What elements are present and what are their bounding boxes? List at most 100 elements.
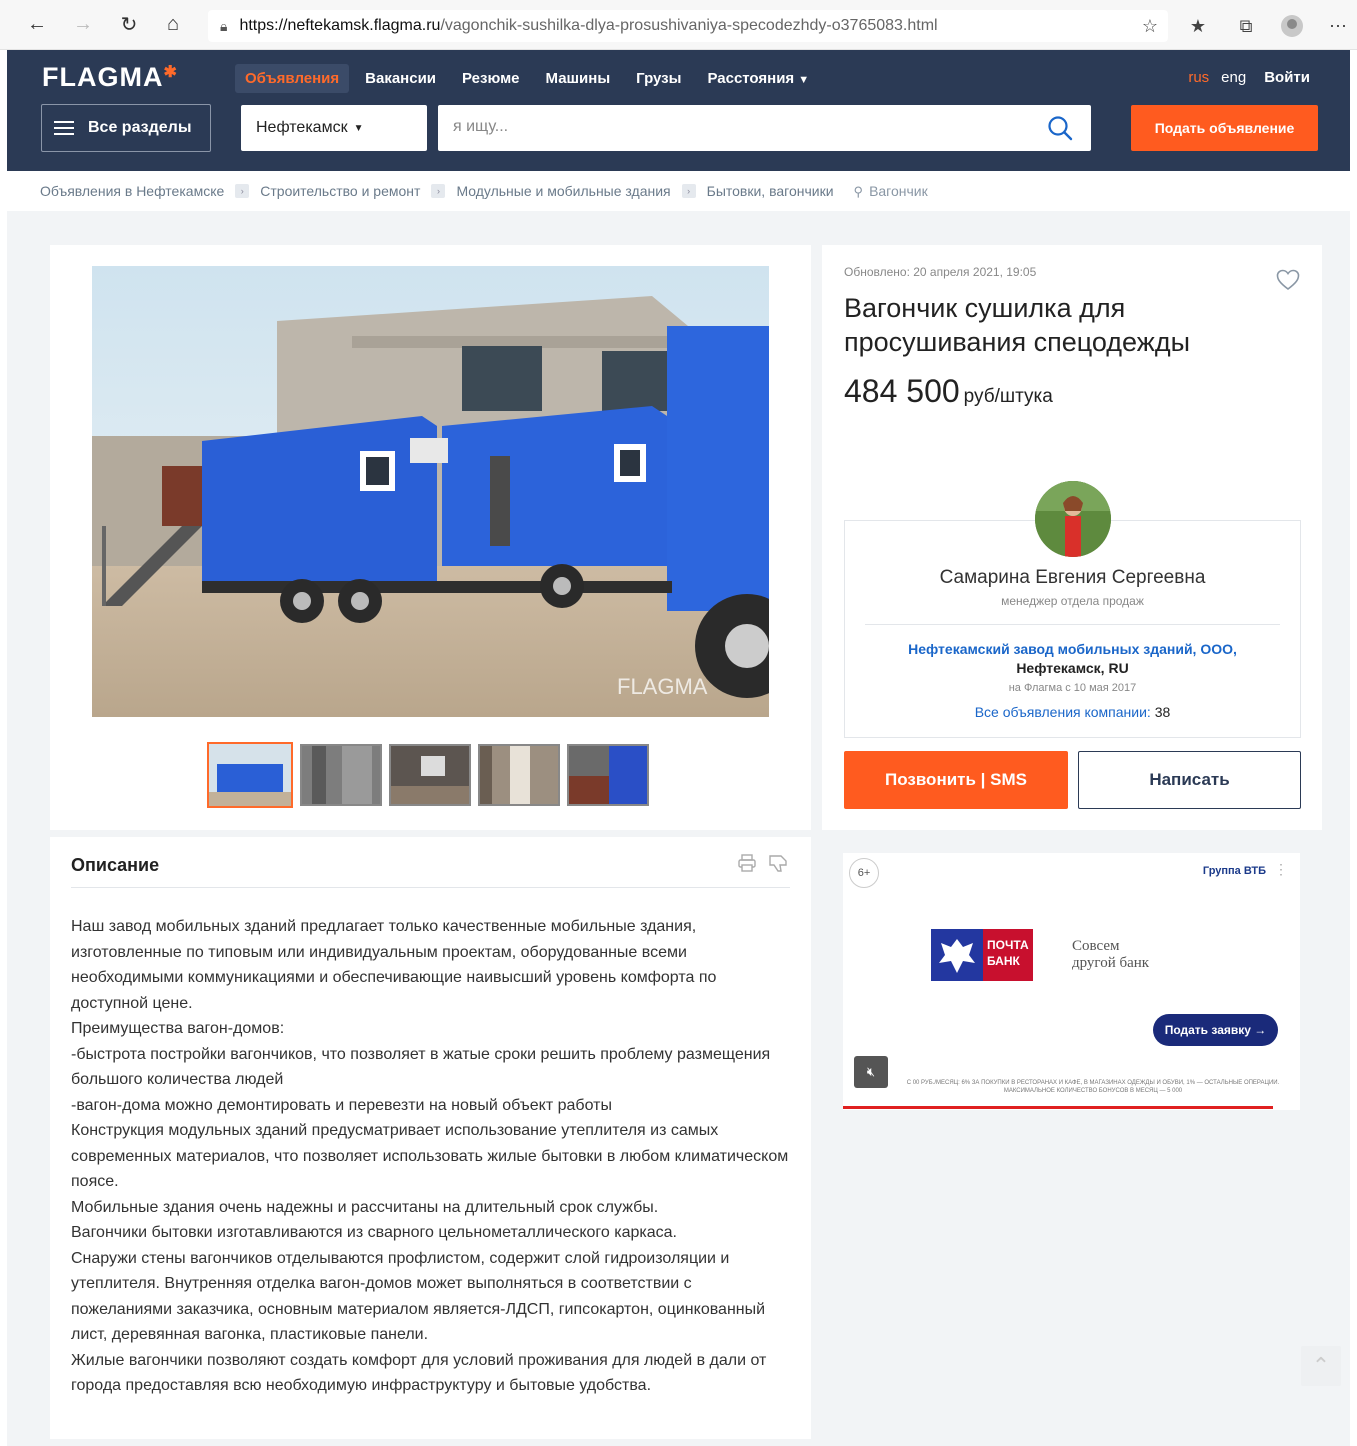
thumbs-down-icon[interactable] [767, 853, 789, 873]
updated-date: Обновлено: 20 апреля 2021, 19:05 [844, 265, 1037, 279]
company-location: Нефтекамск, RU [1016, 660, 1129, 676]
nav-machines[interactable]: Машины [536, 64, 621, 93]
city-value: Нефтекамск [256, 119, 348, 136]
address-bar[interactable]: 🔒︎ https://neftekamsk.flagma.ru/vagonchi… [208, 10, 1168, 42]
company-link[interactable]: Нефтекамский завод мобильных зданий, ООО… [845, 641, 1300, 657]
divider [865, 624, 1280, 625]
city-select[interactable]: Нефтекамск ▼ [241, 105, 427, 151]
thumbnail[interactable] [300, 744, 382, 806]
print-icon[interactable] [737, 853, 757, 873]
nav-vacancies[interactable]: Вакансии [355, 64, 446, 93]
ad-slogan: Совсем другой банк [1072, 938, 1150, 971]
lang-rus[interactable]: rus [1188, 69, 1209, 86]
description-paragraph: Жилые вагончики позволяют создать комфор… [71, 1351, 767, 1395]
flagma-logo[interactable]: FLAGMA✱ [42, 62, 178, 93]
all-company-ads-link[interactable]: Все объявления компании: 38 [845, 704, 1300, 720]
write-button[interactable]: Написать [1078, 751, 1301, 809]
search-icon[interactable] [1047, 115, 1073, 141]
breadcrumb-item[interactable]: Бытовки, вагончики [707, 183, 834, 199]
top-nav: Объявления Вакансии Резюме Машины Грузы … [235, 64, 819, 93]
search-input[interactable] [438, 105, 998, 149]
lang-eng[interactable]: eng [1221, 69, 1246, 86]
post-ad-button[interactable]: Подать объявление [1131, 105, 1318, 151]
search-box [438, 105, 1091, 151]
avatar[interactable] [1035, 481, 1111, 557]
description-title: Описание [71, 855, 160, 875]
all-sections-label: Все разделы [88, 119, 192, 136]
description-paragraph: Наш завод мобильных зданий предлагает то… [71, 918, 717, 1012]
nav-cargo[interactable]: Грузы [626, 64, 691, 93]
thumbnail-strip [207, 742, 649, 808]
call-sms-button[interactable]: Позвонить | SMS [844, 751, 1068, 809]
description-tools [737, 853, 789, 873]
description-text: Наш завод мобильных зданий предлагает то… [71, 914, 791, 1399]
ad-fine-print: С 00 РУБ./МЕСЯЦ: 6% ЗА ПОКУПКИ В РЕСТОРА… [906, 1080, 1280, 1094]
home-icon[interactable]: ⌂ [158, 10, 188, 40]
url-path: /vagonchik-sushilka-dlya-prosushivaniya-… [440, 17, 938, 34]
eagle-emblem-icon [931, 929, 983, 981]
member-since: на Флагма с 10 мая 2017 [1008, 682, 1137, 694]
breadcrumb-search[interactable]: ⚲ Вагончик [854, 183, 928, 200]
listing-info-card: Обновлено: 20 апреля 2021, 19:05 Вагончи… [822, 245, 1322, 830]
thumbnail[interactable] [478, 744, 560, 806]
age-rating-badge: 6+ [849, 858, 879, 888]
nav-distances[interactable]: Расстояния ▼ [697, 64, 819, 93]
back-arrow-icon[interactable]: ← [22, 10, 52, 40]
caret-down-icon: ▼ [353, 122, 364, 134]
menu-icon [54, 117, 74, 139]
price-value: 484 500 [844, 373, 960, 409]
description-card: Описание Наш завод мобильных зданий пред… [50, 837, 811, 1439]
chevron-right-icon: › [681, 184, 696, 198]
reload-icon[interactable]: ↻ [114, 10, 144, 40]
nav-resumes[interactable]: Резюме [452, 64, 529, 93]
description-paragraph: Мобильные здания очень надежны и рассчит… [71, 1198, 659, 1216]
description-paragraph: -вагон-дома можно демонтировать и переве… [71, 1096, 612, 1114]
nav-ads[interactable]: Объявления [235, 64, 350, 93]
caret-down-icon: ▼ [798, 74, 810, 86]
breadcrumb-item[interactable]: Строительство и ремонт [260, 183, 420, 199]
forward-arrow-icon[interactable]: → [68, 10, 98, 40]
breadcrumb-item[interactable]: Объявления в Нефтекамске [40, 183, 224, 199]
more-icon[interactable]: ⋯ [1325, 16, 1351, 37]
chevron-right-icon: › [235, 184, 250, 198]
breadcrumb-item[interactable]: Модульные и мобильные здания [456, 183, 670, 199]
chevron-up-icon: ⌃ [1311, 1353, 1331, 1378]
all-sections-button[interactable]: Все разделы [41, 104, 211, 152]
seller-name: Самарина Евгения Сергеевна [939, 567, 1206, 588]
price-unit: руб/штука [963, 386, 1053, 407]
listing-title: Вагончик сушилка для просушивания спецод… [844, 293, 1190, 357]
language-switcher: rus eng Войти [1188, 69, 1310, 86]
scroll-to-top-button[interactable]: ⌃ [1301, 1346, 1341, 1386]
favorite-add-icon[interactable]: ☆ [1137, 16, 1163, 37]
thumbnail[interactable] [389, 744, 471, 806]
collections-icon[interactable]: ⧉ [1233, 16, 1259, 37]
price: 484 500 руб/штука [844, 373, 1053, 410]
heart-icon[interactable] [1276, 269, 1300, 291]
divider [71, 887, 790, 888]
photo-watermark: FLAGMA [617, 674, 708, 699]
favorites-icon[interactable]: ★ [1185, 16, 1211, 37]
description-paragraph: Конструкция модульных зданий предусматри… [71, 1122, 789, 1190]
main-photo[interactable]: FLAGMA [92, 266, 769, 717]
profile-icon[interactable] [1281, 15, 1303, 37]
logo-text: ПОЧТА БАНК [983, 929, 1033, 981]
search-icon: ⚲ [853, 183, 864, 199]
login-link[interactable]: Войти [1264, 69, 1310, 86]
description-paragraph: Снаружи стены вагончиков отделываются пр… [71, 1249, 766, 1344]
ad-apply-button[interactable]: Подать заявку → [1153, 1014, 1278, 1046]
ad-menu-icon[interactable]: ⋮ [1274, 861, 1288, 878]
description-paragraph: Преимущества вагон-домов: [71, 1020, 285, 1037]
ad-progress-bar [843, 1106, 1273, 1109]
seller-box: Самарина Евгения Сергеевна менеджер отде… [844, 481, 1301, 738]
thumbnail[interactable] [207, 742, 293, 808]
site-header: FLAGMA✱ Объявления Вакансии Резюме Машин… [7, 50, 1350, 171]
thumbnail[interactable] [567, 744, 649, 806]
seller-role: менеджер отдела продаж [1001, 594, 1144, 608]
pochta-bank-logo: ПОЧТА БАНК [931, 929, 1037, 981]
chevron-right-icon: › [431, 184, 446, 198]
ad-banner[interactable]: 6+ Группа ВТБ ⋮ ПОЧТА БАНК Совсем другой б… [843, 853, 1300, 1110]
description-paragraph: -быстрота постройки вагончиков, что позв… [71, 1045, 771, 1089]
mute-icon[interactable]: 🔇︎ [854, 1056, 888, 1088]
breadcrumb: Объявления в Нефтекамске › Строительство… [7, 171, 1350, 211]
ad-brand: Группа ВТБ [1202, 865, 1266, 877]
